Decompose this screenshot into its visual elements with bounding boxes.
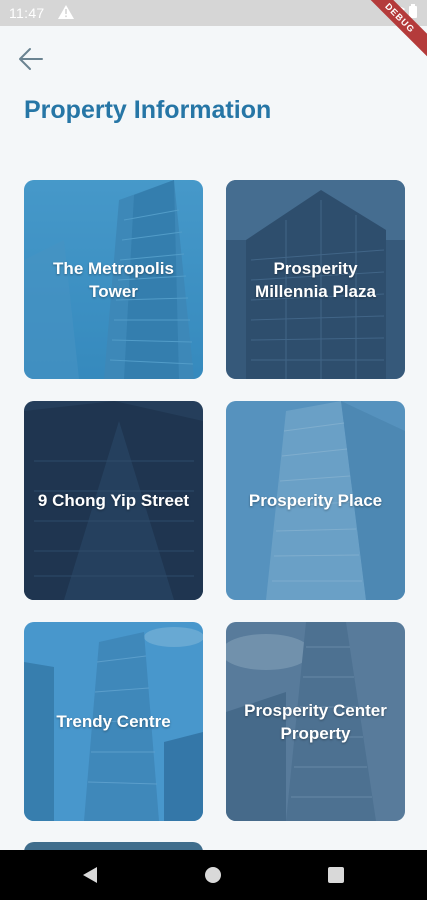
nav-home-button[interactable]	[183, 850, 243, 900]
nav-back-button[interactable]	[60, 850, 120, 900]
back-button[interactable]	[14, 42, 48, 76]
property-name: Prosperity Millennia Plaza	[255, 258, 376, 301]
status-bar: 11:47 DEBUG	[0, 0, 427, 63]
property-name: The Metropolis Tower	[53, 258, 174, 301]
property-card[interactable]: The Metropolis Tower	[24, 180, 203, 379]
back-triangle-icon	[83, 867, 97, 883]
home-circle-icon	[205, 867, 221, 883]
property-name: Prosperity Center Property	[244, 700, 387, 743]
property-card[interactable]: Prosperity Center Property	[226, 622, 405, 821]
property-card[interactable]: 9 Chong Yip Street	[24, 401, 203, 600]
property-card[interactable]: Trendy Centre	[24, 622, 203, 821]
navigation-bar	[0, 850, 427, 900]
status-time: 11:47	[9, 5, 45, 21]
page-title: Property Information	[24, 96, 272, 124]
property-name: Prosperity Place	[248, 491, 383, 510]
property-name: Trendy Centre	[56, 712, 171, 731]
warning-icon	[58, 5, 74, 22]
nav-recents-button[interactable]	[306, 850, 366, 900]
property-card[interactable]: Prosperity Millennia Plaza	[226, 180, 405, 379]
property-name: 9 Chong Yip Street	[37, 491, 190, 510]
property-card[interactable]: Prosperity Place	[226, 401, 405, 600]
arrow-left-icon	[19, 48, 43, 70]
recents-square-icon	[328, 867, 344, 883]
